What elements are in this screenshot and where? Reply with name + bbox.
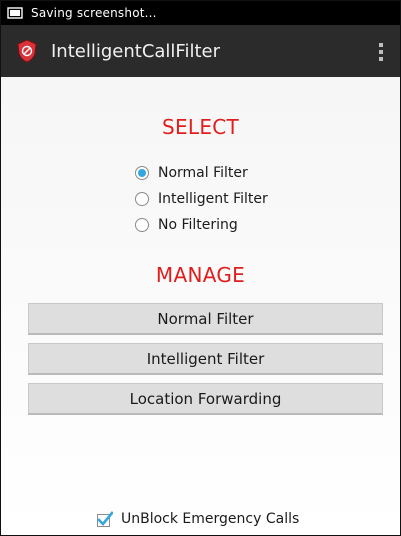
- overflow-dot: [379, 50, 383, 54]
- select-title: SELECT: [161, 115, 240, 139]
- shield-icon[interactable]: [15, 39, 39, 63]
- intelligent-filter-button[interactable]: Intelligent Filter: [28, 343, 383, 375]
- radio-intelligent-filter[interactable]: Intelligent Filter: [135, 187, 268, 211]
- radio-button[interactable]: [135, 166, 149, 180]
- main-content: SELECT Normal Filter Intelligent Filter …: [1, 77, 400, 535]
- manage-title: MANAGE: [155, 263, 246, 287]
- normal-filter-button[interactable]: Normal Filter: [28, 303, 383, 335]
- app-window: Saving screenshot... IntelligentCallFilt…: [0, 0, 401, 536]
- radio-normal-filter[interactable]: Normal Filter: [135, 161, 248, 185]
- overflow-dot: [379, 57, 383, 61]
- radio-button[interactable]: [135, 192, 149, 206]
- location-forwarding-button[interactable]: Location Forwarding: [28, 383, 383, 415]
- status-bar: Saving screenshot...: [1, 1, 400, 25]
- radio-selected-dot: [138, 169, 146, 177]
- radio-label: Intelligent Filter: [158, 191, 268, 207]
- radio-no-filtering[interactable]: No Filtering: [135, 213, 238, 237]
- overflow-menu-icon[interactable]: [376, 43, 386, 61]
- radio-label: No Filtering: [158, 217, 238, 233]
- overflow-dot: [379, 43, 383, 47]
- checkbox-label: UnBlock Emergency Calls: [121, 511, 300, 527]
- status-text: Saving screenshot...: [31, 6, 157, 20]
- radio-label: Normal Filter: [158, 165, 248, 181]
- action-bar: IntelligentCallFilter: [1, 25, 400, 77]
- screenshot-icon: [7, 7, 23, 19]
- unblock-emergency-calls-checkbox[interactable]: UnBlock Emergency Calls: [97, 507, 299, 531]
- radio-button[interactable]: [135, 218, 149, 232]
- checkmark-icon[interactable]: [97, 511, 113, 527]
- app-title: IntelligentCallFilter: [51, 40, 220, 62]
